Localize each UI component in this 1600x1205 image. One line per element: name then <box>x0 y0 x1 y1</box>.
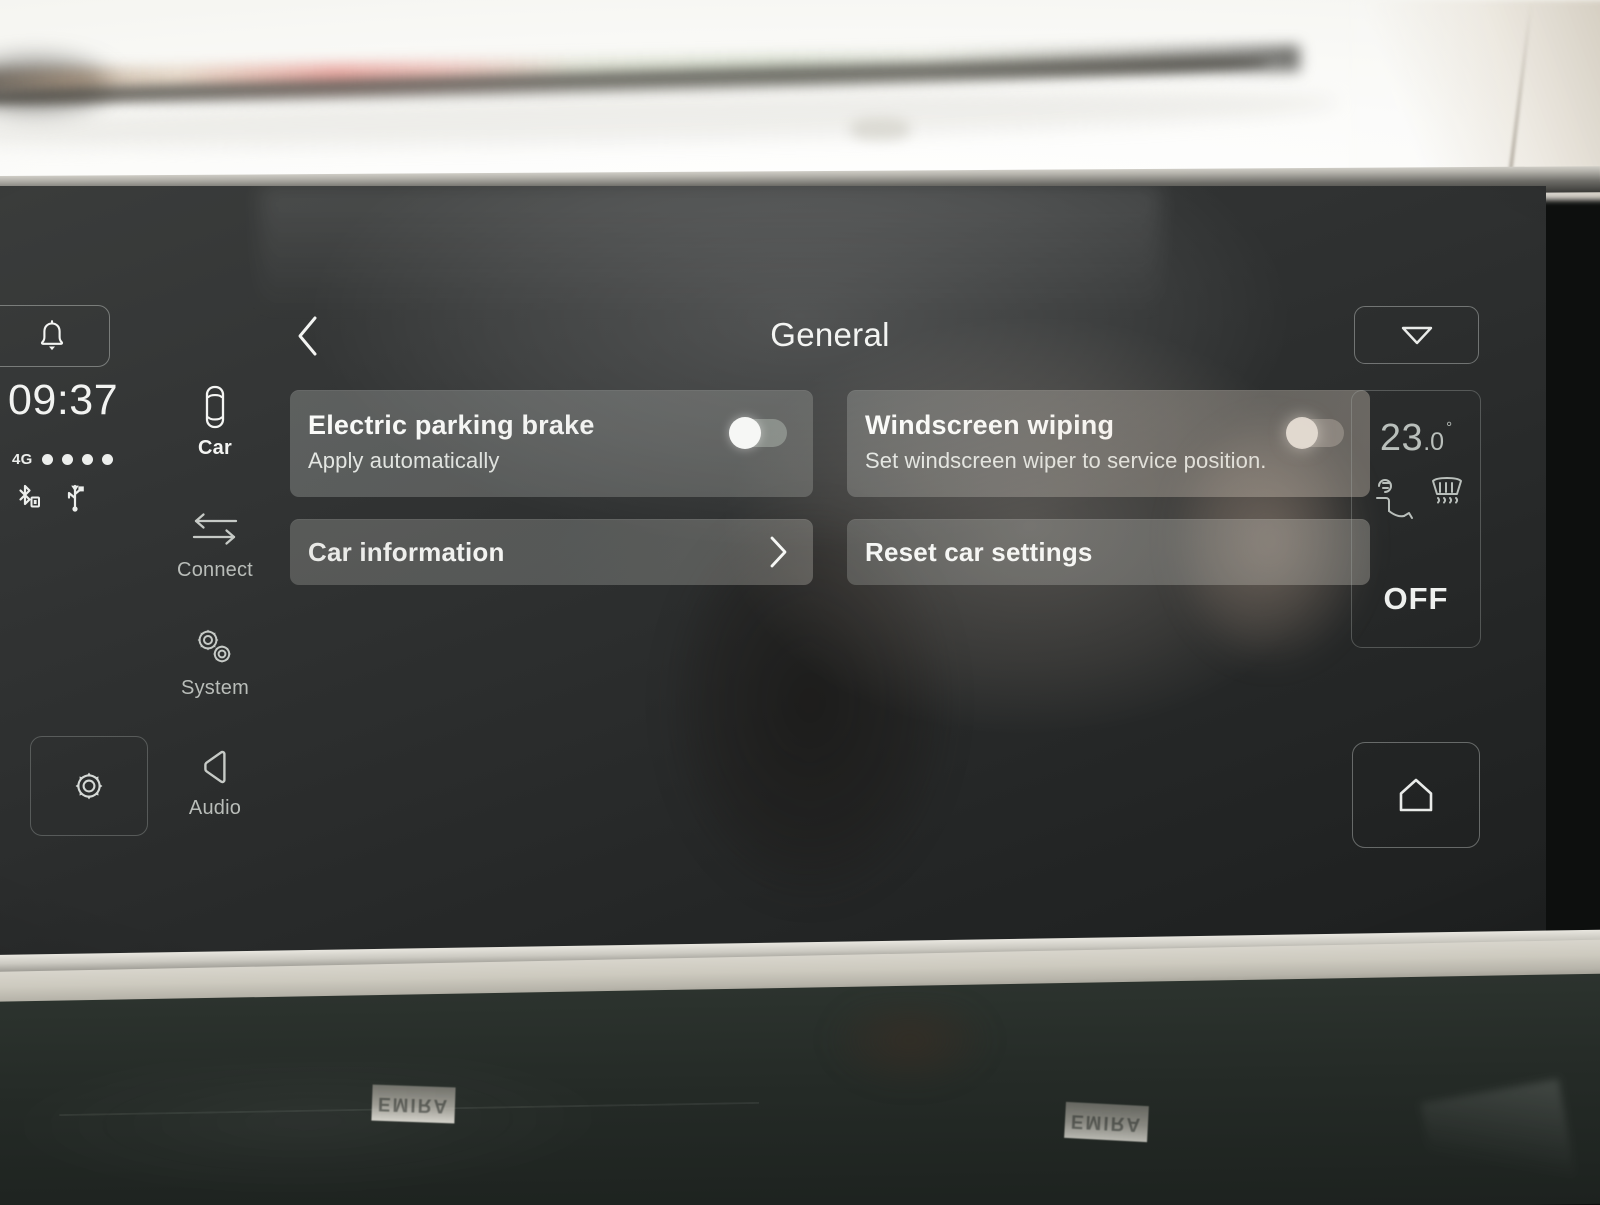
nav-item-label: System <box>181 677 249 699</box>
temperature-display: 23 .0 ° <box>1380 417 1452 460</box>
card-title: Reset car settings <box>865 536 1093 567</box>
bell-icon <box>36 319 68 353</box>
page-title: General <box>770 316 890 353</box>
status-rail: 09:37 4G <box>0 186 150 962</box>
settings-button[interactable] <box>30 736 148 836</box>
chevron-down-icon <box>1397 322 1437 348</box>
settings-grid: Electric parking brake Apply automatical… <box>290 390 1370 585</box>
climate-expand-button[interactable] <box>1354 306 1479 364</box>
chevron-right-icon <box>767 535 789 569</box>
electric-parking-brake-toggle[interactable] <box>729 417 787 449</box>
card-subtitle: Set windscreen wiper to service position… <box>865 448 1267 473</box>
rearview-mirror-blur <box>850 118 910 140</box>
speaker-icon <box>192 744 238 790</box>
temperature-decimal: .0 <box>1423 428 1445 456</box>
card-windscreen-wiping[interactable]: Windscreen wiping Set windscreen wiper t… <box>847 390 1370 497</box>
nav-item-label: Audio <box>188 797 242 819</box>
gear-icon <box>68 765 110 807</box>
degree-symbol: ° <box>1446 419 1453 436</box>
toggle-knob <box>729 417 761 449</box>
card-subtitle: Apply automatically <box>308 448 500 473</box>
home-button[interactable] <box>1352 742 1480 848</box>
nav-item-car[interactable]: Car <box>150 384 280 460</box>
main-nav: Car Connect System Audio <box>150 186 280 962</box>
screenshot-root: 09:37 4G Car Connect System Audio Genera… <box>0 0 1600 1205</box>
climate-mode-icons <box>1365 472 1467 534</box>
connectivity-status <box>12 482 88 512</box>
temperature-value: 23 <box>1379 417 1424 459</box>
nav-item-system[interactable]: System <box>150 624 280 700</box>
dashboard-badge-right: EMIRA <box>1064 1101 1150 1143</box>
page-header: General <box>280 304 1380 368</box>
network-status: 4G <box>12 451 113 468</box>
nav-item-label: Car <box>198 437 232 459</box>
nav-item-connect[interactable]: Connect <box>150 506 280 582</box>
dashboard-shadow <box>790 1004 1030 1124</box>
usb-icon <box>62 482 88 512</box>
climate-rail: 23 .0 ° OFF <box>1344 186 1524 962</box>
signal-dot <box>61 454 73 465</box>
dashboard-badge-left: EMIRA <box>371 1084 456 1124</box>
home-icon <box>1392 773 1440 817</box>
signal-dot <box>41 454 53 465</box>
climate-state-label: OFF <box>1383 581 1449 616</box>
signal-dot <box>81 454 93 465</box>
connect-arrows-icon <box>189 506 241 552</box>
notifications-button[interactable] <box>0 305 110 367</box>
bluetooth-device-icon <box>12 482 42 512</box>
card-title: Windscreen wiping <box>865 410 1115 440</box>
card-electric-parking-brake[interactable]: Electric parking brake Apply automatical… <box>290 390 813 497</box>
gears-icon <box>187 624 243 670</box>
seat-airflow-icon <box>1365 472 1427 534</box>
reflection-dashboard <box>260 186 1160 316</box>
windscreen-defrost-icon <box>1427 472 1467 506</box>
nav-item-label: Connect <box>177 559 253 581</box>
signal-dot <box>101 454 113 465</box>
windscreen-wiping-toggle[interactable] <box>1286 417 1344 449</box>
climate-panel[interactable]: 23 .0 ° OFF <box>1351 390 1481 648</box>
card-title: Electric parking brake <box>308 410 595 440</box>
card-title: Car information <box>308 536 505 567</box>
infotainment-screen: 09:37 4G Car Connect System Audio Genera… <box>0 186 1546 962</box>
car-top-view-icon <box>199 384 231 430</box>
nav-item-audio[interactable]: Audio <box>150 744 280 820</box>
clock: 09:37 <box>8 376 119 424</box>
toggle-knob <box>1286 417 1318 449</box>
card-car-information[interactable]: Car information <box>290 519 813 585</box>
card-reset-car-settings[interactable]: Reset car settings <box>847 519 1370 585</box>
network-type-label: 4G <box>12 451 33 468</box>
